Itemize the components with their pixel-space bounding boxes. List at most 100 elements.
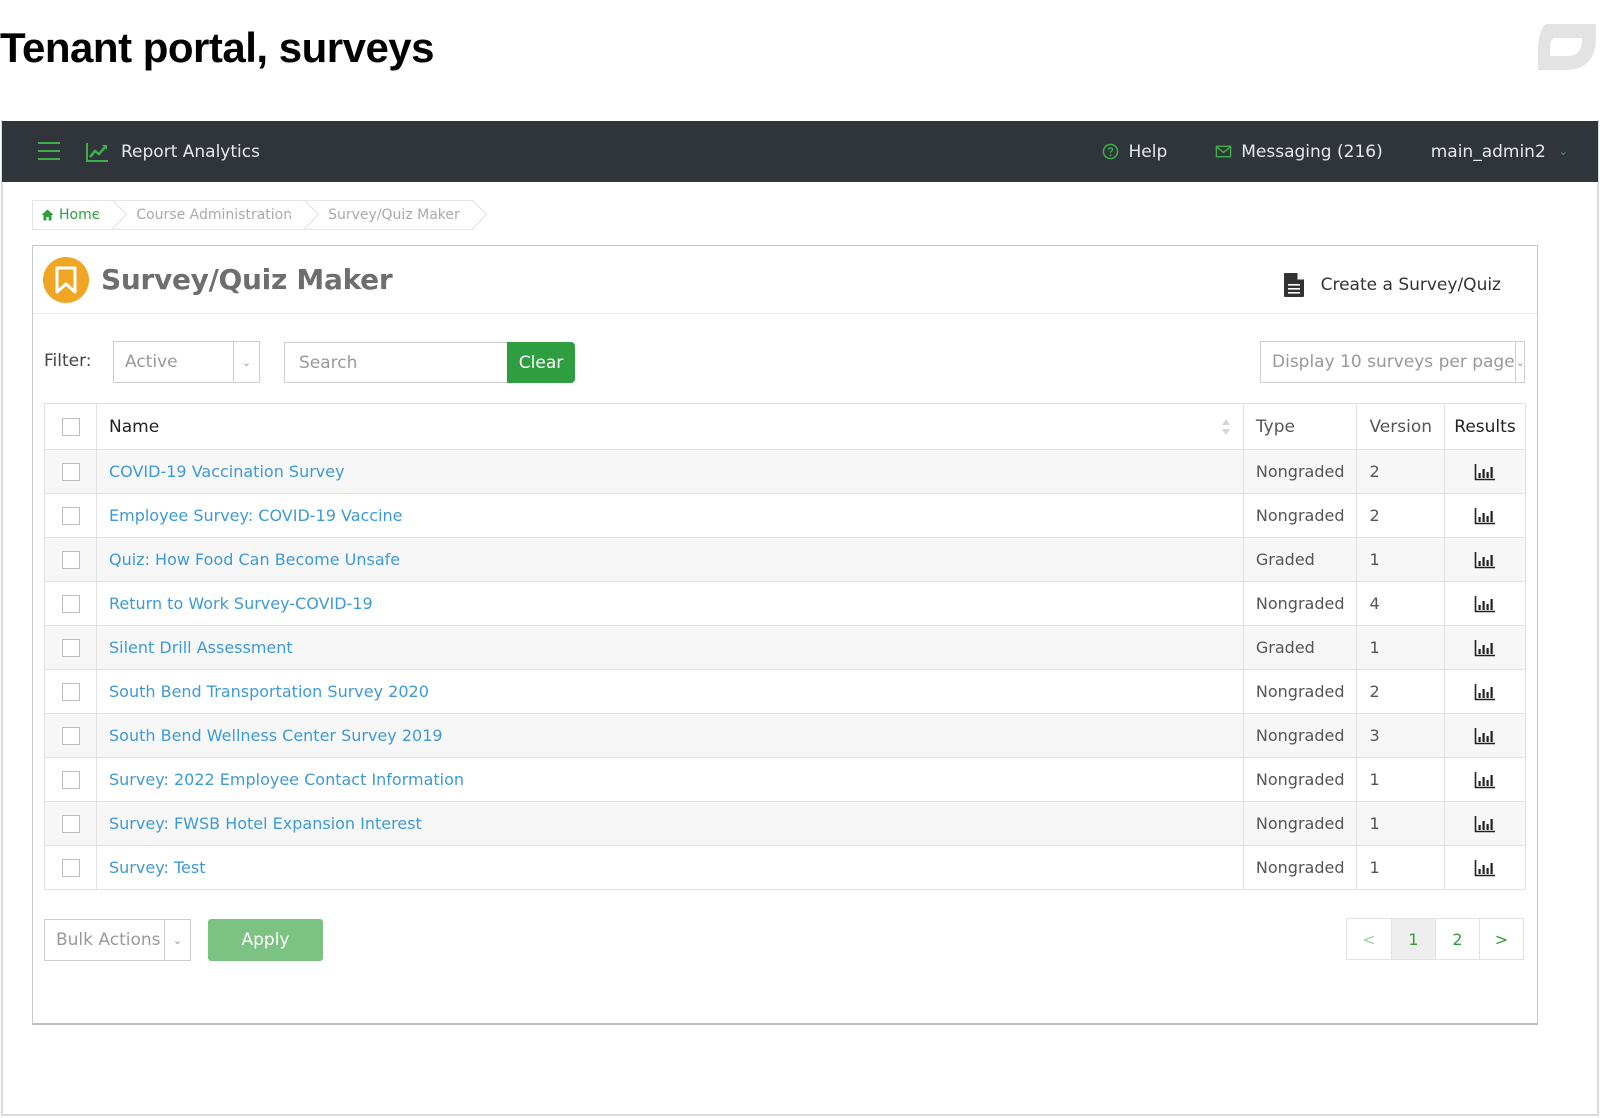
bar-chart-icon[interactable] xyxy=(1474,552,1496,569)
row-select-cell xyxy=(44,581,97,626)
row-checkbox[interactable] xyxy=(61,551,80,570)
table-row: Quiz: How Food Can Become Unsafe Graded 1 xyxy=(44,537,1526,582)
type-cell: Graded xyxy=(1242,625,1358,670)
row-checkbox[interactable] xyxy=(61,771,80,790)
row-select-cell xyxy=(44,713,97,758)
status-filter-value: Active xyxy=(125,352,178,372)
breadcrumb-label: Home xyxy=(59,207,101,223)
type-cell: Nongraded xyxy=(1242,713,1358,758)
bar-chart-icon[interactable] xyxy=(1474,816,1496,833)
create-survey-button[interactable]: Create a Survey/Quiz xyxy=(1283,272,1501,298)
survey-name-link[interactable]: COVID-19 Vaccination Survey xyxy=(109,462,345,481)
question-circle-icon xyxy=(1103,143,1119,160)
table-row: Silent Drill Assessment Graded 1 xyxy=(44,625,1526,670)
create-survey-label: Create a Survey/Quiz xyxy=(1320,275,1501,295)
bar-chart-icon[interactable] xyxy=(1474,508,1496,525)
type-cell: Nongraded xyxy=(1242,669,1358,714)
filter-label: Filter: xyxy=(44,351,92,371)
survey-name-link[interactable]: Return to Work Survey-COVID-19 xyxy=(109,594,373,613)
user-menu[interactable]: main_admin2 ⌄ xyxy=(1431,142,1568,162)
bar-chart-icon[interactable] xyxy=(1474,684,1496,701)
status-filter-select[interactable]: Active ⌄ xyxy=(113,341,260,383)
column-header-version: Version xyxy=(1356,403,1445,450)
bar-chart-icon[interactable] xyxy=(1474,772,1496,789)
column-header-results: Results xyxy=(1444,403,1526,450)
row-checkbox[interactable] xyxy=(61,639,80,658)
breadcrumb-home[interactable]: Home xyxy=(33,201,114,229)
breadcrumb-label: Course Administration xyxy=(136,207,293,223)
table-row: South Bend Transportation Survey 2020 Non… xyxy=(44,669,1526,714)
row-checkbox[interactable] xyxy=(61,595,80,614)
bar-chart-icon[interactable] xyxy=(1474,640,1496,657)
line-chart-icon xyxy=(86,142,108,162)
survey-name-link[interactable]: Quiz: How Food Can Become Unsafe xyxy=(109,550,400,569)
table-row: South Bend Wellness Center Survey 2019 No… xyxy=(44,713,1526,758)
bar-chart-icon[interactable] xyxy=(1474,728,1496,745)
name-cell: Survey: Test xyxy=(96,845,1244,890)
per-page-select[interactable]: Display 10 surveys per page ⌄ xyxy=(1260,341,1525,383)
app-title-link[interactable]: Report Analytics xyxy=(85,121,260,182)
pagination-page-2[interactable]: 2 xyxy=(1435,919,1479,959)
row-select-cell xyxy=(44,669,97,714)
chevron-down-icon: ⌄ xyxy=(164,920,190,960)
version-cell: 4 xyxy=(1356,581,1445,626)
row-checkbox[interactable] xyxy=(61,463,80,482)
breadcrumb-course-administration[interactable]: Course Administration xyxy=(114,201,306,229)
bar-chart-icon[interactable] xyxy=(1474,596,1496,613)
row-checkbox[interactable] xyxy=(61,815,80,834)
results-cell xyxy=(1444,537,1526,582)
pagination-next[interactable]: > xyxy=(1479,919,1523,959)
clear-button[interactable]: Clear xyxy=(507,342,575,383)
chevron-down-icon: ⌄ xyxy=(1514,342,1525,382)
version-cell: 3 xyxy=(1356,713,1445,758)
table-row: COVID-19 Vaccination Survey Nongraded 2 xyxy=(44,449,1526,494)
version-cell: 1 xyxy=(1356,625,1445,670)
survey-name-link[interactable]: Survey: Test xyxy=(109,858,205,877)
version-cell: 2 xyxy=(1356,449,1445,494)
bar-chart-icon[interactable] xyxy=(1474,464,1496,481)
row-checkbox[interactable] xyxy=(61,727,80,746)
chevron-down-icon: ⌄ xyxy=(1558,145,1568,158)
survey-name-link[interactable]: South Bend Wellness Center Survey 2019 xyxy=(109,726,443,745)
survey-name-link[interactable]: Survey: 2022 Employee Contact Informatio… xyxy=(109,770,464,789)
type-cell: Graded xyxy=(1242,537,1358,582)
filter-row: Filter: Active ⌄ Clear Display 10 survey… xyxy=(33,341,1537,383)
row-checkbox[interactable] xyxy=(61,507,80,526)
hamburger-icon[interactable] xyxy=(38,142,60,160)
table-row: Survey: Test Nongraded 1 xyxy=(44,845,1526,890)
search-input[interactable] xyxy=(284,342,508,383)
results-cell xyxy=(1444,713,1526,758)
username: main_admin2 xyxy=(1430,141,1546,162)
help-label: Help xyxy=(1128,141,1168,162)
column-header-label: Name xyxy=(109,416,160,437)
select-all-checkbox[interactable] xyxy=(61,417,80,436)
bulk-actions-select[interactable]: Bulk Actions ⌄ xyxy=(44,919,191,961)
results-cell xyxy=(1444,669,1526,714)
survey-name-link[interactable]: Employee Survey: COVID-19 Vaccine xyxy=(109,506,403,525)
envelope-icon xyxy=(1215,145,1232,158)
messaging-link[interactable]: Messaging (216) xyxy=(1215,142,1383,162)
survey-name-link[interactable]: Survey: FWSB Hotel Expansion Interest xyxy=(109,814,422,833)
version-cell: 1 xyxy=(1356,845,1445,890)
apply-button[interactable]: Apply xyxy=(208,919,323,961)
sort-icon[interactable] xyxy=(1221,418,1231,436)
row-checkbox[interactable] xyxy=(61,683,80,702)
survey-name-link[interactable]: South Bend Transportation Survey 2020 xyxy=(109,682,429,701)
breadcrumb: Home Course Administration Survey/Quiz M… xyxy=(32,200,474,230)
pagination-page-1[interactable]: 1 xyxy=(1391,919,1435,959)
version-cell: 2 xyxy=(1356,493,1445,538)
pagination-prev[interactable]: < xyxy=(1347,919,1391,959)
help-link[interactable]: Help xyxy=(1102,142,1167,162)
bar-chart-icon[interactable] xyxy=(1474,860,1496,877)
bookmark-icon xyxy=(43,257,89,303)
table-row: Return to Work Survey-COVID-19 Nongraded 4 xyxy=(44,581,1526,626)
survey-name-link[interactable]: Silent Drill Assessment xyxy=(109,638,293,657)
type-cell: Nongraded xyxy=(1242,801,1358,846)
row-checkbox[interactable] xyxy=(61,859,80,878)
column-header-type: Type xyxy=(1242,403,1358,450)
type-cell: Nongraded xyxy=(1242,757,1358,802)
breadcrumb-survey-quiz-maker[interactable]: Survey/Quiz Maker xyxy=(306,201,474,229)
results-cell xyxy=(1444,757,1526,802)
column-header-name[interactable]: Name xyxy=(96,403,1244,450)
row-select-cell xyxy=(44,757,97,802)
